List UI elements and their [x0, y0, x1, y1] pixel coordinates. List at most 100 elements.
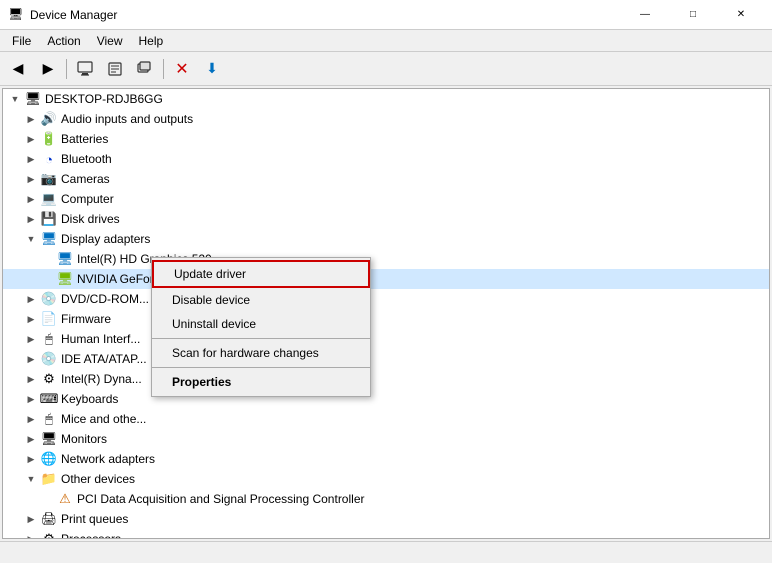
- tree-item-cameras[interactable]: ▶ 📷 Cameras: [3, 169, 769, 189]
- tree-item-dvd[interactable]: ▶ 💿 DVD/CD-ROM...: [3, 289, 769, 309]
- tree-item-monitors[interactable]: ▶ 🖥 Monitors: [3, 429, 769, 449]
- uninstall-button[interactable]: ✕: [168, 55, 196, 83]
- diskdrives-icon: 💾: [41, 211, 57, 227]
- diskdrives-expand-icon[interactable]: ▶: [23, 211, 39, 227]
- dvd-label: DVD/CD-ROM...: [59, 292, 149, 306]
- tree-item-otherdevices[interactable]: ▼ 📁 Other devices: [3, 469, 769, 489]
- humaninterf-expand-icon[interactable]: ▶: [23, 331, 39, 347]
- keyboards-expand-icon[interactable]: ▶: [23, 391, 39, 407]
- status-bar: [0, 541, 772, 563]
- menu-action[interactable]: Action: [39, 32, 88, 50]
- firmware-expand-icon[interactable]: ▶: [23, 311, 39, 327]
- monitors-icon: 🖥: [41, 431, 57, 447]
- firmware-icon: 📄: [41, 311, 57, 327]
- back-button[interactable]: ◀: [4, 55, 32, 83]
- tree-item-ideatap[interactable]: ▶ 💿 IDE ATA/ATAP...: [3, 349, 769, 369]
- tree-item-printqueues[interactable]: ▶ 🖨 Print queues: [3, 509, 769, 529]
- tree-item-processors[interactable]: ▶ ⚙ Processors: [3, 529, 769, 539]
- context-menu-scan-hardware[interactable]: Scan for hardware changes: [152, 341, 370, 365]
- tree-item-network[interactable]: ▶ 🌐 Network adapters: [3, 449, 769, 469]
- context-menu-uninstall-device[interactable]: Uninstall device: [152, 312, 370, 336]
- pcidata-label: PCI Data Acquisition and Signal Processi…: [75, 492, 364, 506]
- tree-root[interactable]: ▼ 🖥 DESKTOP-RDJB6GG: [3, 89, 769, 109]
- displayadapters-expand-icon[interactable]: ▼: [23, 231, 39, 247]
- processors-label: Processors: [59, 532, 121, 539]
- tree-item-batteries[interactable]: ▶ 🔋 Batteries: [3, 129, 769, 149]
- scan-button[interactable]: [131, 55, 159, 83]
- context-menu-disable-device[interactable]: Disable device: [152, 288, 370, 312]
- main-content: ▼ 🖥 DESKTOP-RDJB6GG ▶ 🔊 Audio inputs and…: [0, 86, 772, 541]
- bluetooth-label: Bluetooth: [59, 152, 112, 166]
- mice-icon: 🖱: [41, 411, 57, 427]
- tree-item-intel-graphics[interactable]: ▶ 🖥 Intel(R) HD Graphics 520: [3, 249, 769, 269]
- cameras-label: Cameras: [59, 172, 110, 186]
- menu-file[interactable]: File: [4, 32, 39, 50]
- monitor-icon: [77, 61, 93, 77]
- network-icon: 🌐: [41, 451, 57, 467]
- tree-item-inteldyn[interactable]: ▶ ⚙ Intel(R) Dyna...: [3, 369, 769, 389]
- context-menu-properties[interactable]: Properties: [152, 370, 370, 394]
- monitors-label: Monitors: [59, 432, 107, 446]
- network-label: Network adapters: [59, 452, 155, 466]
- inteldyn-label: Intel(R) Dyna...: [59, 372, 142, 386]
- properties-button[interactable]: [101, 55, 129, 83]
- humaninterf-icon: 🖱: [41, 331, 57, 347]
- cameras-expand-icon[interactable]: ▶: [23, 171, 39, 187]
- ideatap-icon: 💿: [41, 351, 57, 367]
- displayadapters-label: Display adapters: [59, 232, 150, 246]
- tree-item-audio[interactable]: ▶ 🔊 Audio inputs and outputs: [3, 109, 769, 129]
- context-menu-update-driver[interactable]: Update driver: [154, 262, 368, 286]
- tree-item-diskdrives[interactable]: ▶ 💾 Disk drives: [3, 209, 769, 229]
- device-manager-button[interactable]: [71, 55, 99, 83]
- inteldyn-expand-icon[interactable]: ▶: [23, 371, 39, 387]
- intel-graphics-icon: 🖥: [57, 251, 73, 267]
- mice-expand-icon[interactable]: ▶: [23, 411, 39, 427]
- ideatap-expand-icon[interactable]: ▶: [23, 351, 39, 367]
- device-tree[interactable]: ▼ 🖥 DESKTOP-RDJB6GG ▶ 🔊 Audio inputs and…: [2, 88, 770, 539]
- menu-help[interactable]: Help: [131, 32, 172, 50]
- forward-button[interactable]: ▶: [34, 55, 62, 83]
- root-computer-icon: 🖥: [25, 91, 41, 107]
- tree-item-displayadapters[interactable]: ▼ 🖥 Display adapters: [3, 229, 769, 249]
- toolbar: ◀ ▶ ✕ ⬇: [0, 52, 772, 86]
- network-expand-icon[interactable]: ▶: [23, 451, 39, 467]
- minimize-button[interactable]: —: [622, 0, 668, 30]
- inteldyn-icon: ⚙: [41, 371, 57, 387]
- tree-item-mice[interactable]: ▶ 🖱 Mice and othe...: [3, 409, 769, 429]
- window-title: Device Manager: [30, 8, 117, 22]
- processors-expand-icon[interactable]: ▶: [23, 531, 39, 539]
- tree-item-pcidata[interactable]: ▶ ⚠ PCI Data Acquisition and Signal Proc…: [3, 489, 769, 509]
- maximize-button[interactable]: □: [670, 0, 716, 30]
- keyboards-icon: ⌨: [41, 391, 57, 407]
- menu-view[interactable]: View: [89, 32, 131, 50]
- firmware-label: Firmware: [59, 312, 111, 326]
- otherdevices-expand-icon[interactable]: ▼: [23, 471, 39, 487]
- context-menu: Update driver Disable device Uninstall d…: [151, 257, 371, 397]
- otherdevices-label: Other devices: [59, 472, 135, 486]
- close-button[interactable]: ✕: [718, 0, 764, 30]
- tree-item-humaninterf[interactable]: ▶ 🖱 Human Interf...: [3, 329, 769, 349]
- title-bar-left: 🖥 Device Manager: [8, 7, 117, 23]
- root-label: DESKTOP-RDJB6GG: [43, 92, 163, 106]
- root-expand-icon[interactable]: ▼: [7, 91, 23, 107]
- tree-item-firmware[interactable]: ▶ 📄 Firmware: [3, 309, 769, 329]
- printqueues-expand-icon[interactable]: ▶: [23, 511, 39, 527]
- dvd-expand-icon[interactable]: ▶: [23, 291, 39, 307]
- toolbar-separator-2: [163, 59, 164, 79]
- monitors-expand-icon[interactable]: ▶: [23, 431, 39, 447]
- nvidia-icon: 🖥: [57, 271, 73, 287]
- tree-item-keyboards[interactable]: ▶ ⌨ Keyboards: [3, 389, 769, 409]
- audio-icon: 🔊: [41, 111, 57, 127]
- otherdevices-icon: 📁: [41, 471, 57, 487]
- context-menu-separator: [152, 338, 370, 339]
- computer-expand-icon[interactable]: ▶: [23, 191, 39, 207]
- update-button[interactable]: ⬇: [198, 55, 226, 83]
- batteries-expand-icon[interactable]: ▶: [23, 131, 39, 147]
- tree-item-nvidia[interactable]: ▶ 🖥 NVIDIA GeForce 940M: [3, 269, 769, 289]
- tree-item-bluetooth[interactable]: ▶ ◔ Bluetooth: [3, 149, 769, 169]
- cameras-icon: 📷: [41, 171, 57, 187]
- bluetooth-expand-icon[interactable]: ▶: [23, 151, 39, 167]
- tree-item-computer[interactable]: ▶ 💻 Computer: [3, 189, 769, 209]
- audio-expand-icon[interactable]: ▶: [23, 111, 39, 127]
- humaninterf-label: Human Interf...: [59, 332, 140, 346]
